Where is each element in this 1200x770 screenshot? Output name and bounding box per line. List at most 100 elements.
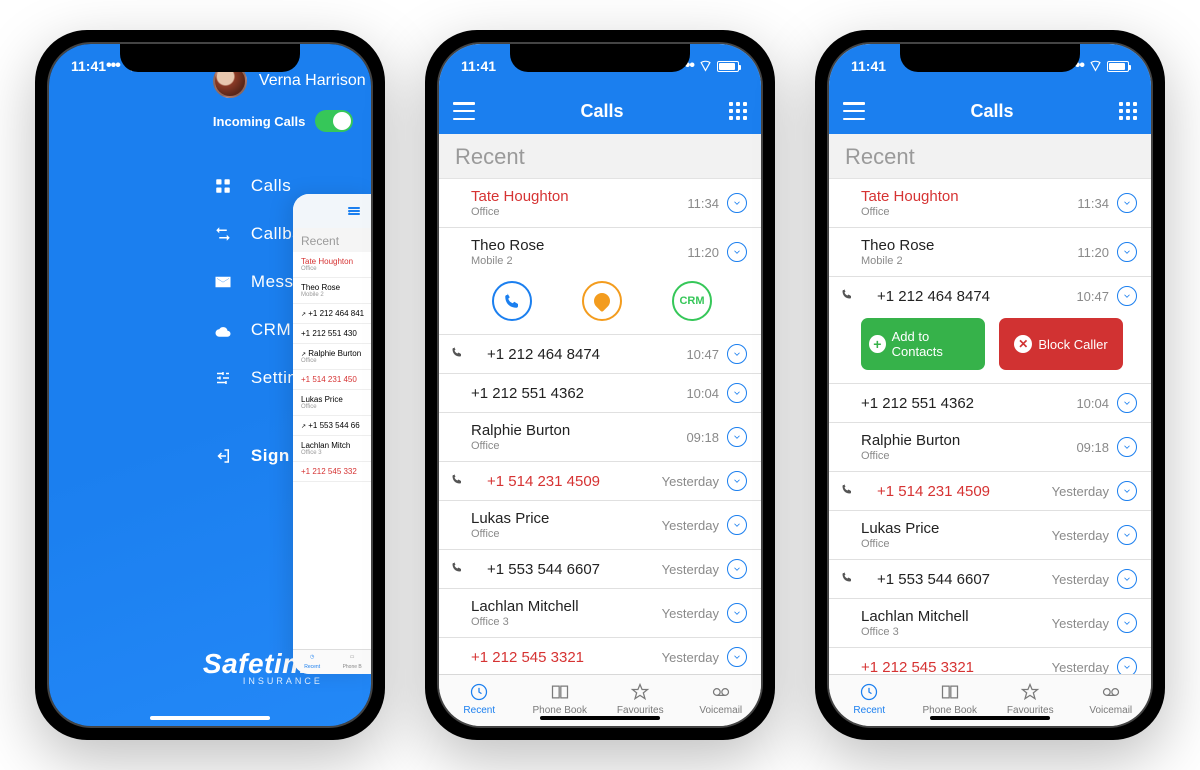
call-list[interactable]: Tate HoughtonOffice11:34Theo RoseMobile … xyxy=(829,179,1151,674)
tab-voicemail[interactable]: Voicemail xyxy=(1071,681,1152,716)
call-time: 10:04 xyxy=(686,386,719,401)
call-time: Yesterday xyxy=(662,474,719,489)
sliders-icon xyxy=(213,368,233,388)
add-to-contacts-button[interactable]: +Add to Contacts xyxy=(861,318,985,370)
tab-favourites[interactable]: Favourites xyxy=(600,681,681,716)
chevron-down-icon[interactable] xyxy=(1117,437,1137,457)
chevron-down-icon[interactable] xyxy=(1117,193,1137,213)
call-row[interactable]: +1 212 545 3321Yesterday xyxy=(829,648,1151,674)
signout-icon xyxy=(213,446,233,466)
preview-call-row: ↗ Ralphie BurtonOffice xyxy=(293,344,373,370)
chevron-down-icon[interactable] xyxy=(1117,657,1137,674)
call-sub: Office xyxy=(471,206,687,218)
call-row[interactable]: Lachlan MitchellOffice 3Yesterday xyxy=(829,599,1151,648)
call-name: +1 212 545 3321 xyxy=(861,659,1052,675)
home-indicator[interactable] xyxy=(150,716,270,720)
call-name: Tate Houghton xyxy=(861,188,1077,205)
call-row[interactable]: Lukas PriceOfficeYesterday xyxy=(439,501,761,550)
chevron-down-icon[interactable] xyxy=(1117,481,1137,501)
chevron-down-icon[interactable] xyxy=(1117,242,1137,262)
call-time: Yesterday xyxy=(1052,660,1109,675)
call-row[interactable]: +1 212 545 3321Yesterday xyxy=(439,638,761,674)
call-row[interactable]: +1 212 464 847410:47 xyxy=(439,335,761,374)
chevron-down-icon[interactable] xyxy=(1117,613,1137,633)
hamburger-icon[interactable] xyxy=(843,102,865,120)
chevron-down-icon[interactable] xyxy=(727,193,747,213)
call-row[interactable]: +1 212 464 847410:47 +Add to Contacts ✕B… xyxy=(829,277,1151,384)
call-name: Theo Rose xyxy=(861,237,1077,254)
call-row[interactable]: Ralphie BurtonOffice09:18 xyxy=(439,413,761,462)
mail-icon xyxy=(213,272,233,292)
call-row[interactable]: +1 212 551 436210:04 xyxy=(439,374,761,413)
call-list[interactable]: Tate HoughtonOffice11:34Theo RoseMobile … xyxy=(439,179,761,674)
chevron-down-icon[interactable] xyxy=(727,383,747,403)
chevron-down-icon[interactable] xyxy=(1117,569,1137,589)
call-row[interactable]: Theo RoseMobile 211:20 xyxy=(829,228,1151,277)
call-row[interactable]: +1 553 544 6607Yesterday xyxy=(829,560,1151,599)
call-action[interactable] xyxy=(492,281,532,321)
preview-tab-recent: ◷Recent xyxy=(304,654,320,670)
tab-favourites[interactable]: Favourites xyxy=(990,681,1071,716)
call-row[interactable]: Lachlan MitchellOffice 3Yesterday xyxy=(439,589,761,638)
star-icon xyxy=(600,681,681,703)
outgoing-icon xyxy=(451,345,467,363)
plus-icon: + xyxy=(869,335,886,353)
chat-action[interactable] xyxy=(582,281,622,321)
call-name: Ralphie Burton xyxy=(471,422,686,439)
chevron-down-icon[interactable] xyxy=(727,344,747,364)
outgoing-icon xyxy=(451,560,467,578)
call-row[interactable]: +1 553 544 6607Yesterday xyxy=(439,550,761,589)
tab-voicemail[interactable]: Voicemail xyxy=(681,681,762,716)
tab-phonebook[interactable]: Phone Book xyxy=(520,681,601,716)
battery-icon xyxy=(1107,61,1129,72)
call-row[interactable]: Lukas PriceOfficeYesterday xyxy=(829,511,1151,560)
block-caller-button[interactable]: ✕Block Caller xyxy=(999,318,1123,370)
battery-icon xyxy=(717,61,739,72)
chevron-down-icon[interactable] xyxy=(727,427,747,447)
chevron-down-icon[interactable] xyxy=(727,559,747,579)
chevron-down-icon[interactable] xyxy=(727,242,747,262)
call-row[interactable]: Tate HoughtonOffice11:34 xyxy=(439,179,761,228)
chevron-down-icon[interactable] xyxy=(727,603,747,623)
clock-icon xyxy=(829,681,910,703)
call-name: +1 212 464 8474 xyxy=(877,288,1076,305)
incoming-toggle[interactable] xyxy=(315,110,353,132)
header-title: Calls xyxy=(970,101,1013,122)
call-time: 11:34 xyxy=(1077,196,1109,211)
dialpad-icon[interactable] xyxy=(729,102,747,120)
preview-section-header: Recent xyxy=(293,228,373,252)
chevron-down-icon[interactable] xyxy=(727,471,747,491)
call-row[interactable]: Tate HoughtonOffice11:34 xyxy=(829,179,1151,228)
preview-call-row: Theo RoseMobile 2 xyxy=(293,278,373,304)
call-name: Lukas Price xyxy=(471,510,662,527)
app-header: Calls xyxy=(829,88,1151,134)
tab-phonebook[interactable]: Phone Book xyxy=(910,681,991,716)
call-row[interactable]: +1 514 231 4509Yesterday xyxy=(829,472,1151,511)
dialpad-icon[interactable] xyxy=(1119,102,1137,120)
chevron-down-icon[interactable] xyxy=(1117,525,1137,545)
home-indicator[interactable] xyxy=(540,716,660,720)
hamburger-icon[interactable] xyxy=(453,102,475,120)
tab-recent[interactable]: Recent xyxy=(829,681,910,716)
chevron-down-icon[interactable] xyxy=(1117,393,1137,413)
call-row[interactable]: +1 212 551 436210:04 xyxy=(829,384,1151,423)
crm-action[interactable]: CRM xyxy=(672,281,712,321)
voicemail-icon xyxy=(1071,681,1152,703)
x-icon: ✕ xyxy=(1014,335,1032,353)
call-row[interactable]: Ralphie BurtonOffice09:18 xyxy=(829,423,1151,472)
chevron-down-icon[interactable] xyxy=(1117,286,1137,306)
call-row[interactable]: Theo RoseMobile 211:20 CRM xyxy=(439,228,761,335)
call-row[interactable]: +1 514 231 4509Yesterday xyxy=(439,462,761,501)
status-time: 11:41 xyxy=(71,58,106,74)
home-indicator[interactable] xyxy=(930,716,1050,720)
call-time: 10:04 xyxy=(1076,396,1109,411)
star-icon xyxy=(990,681,1071,703)
section-header: Recent xyxy=(829,134,1151,179)
call-name: +1 553 544 6607 xyxy=(487,561,662,578)
peek-calls-screen[interactable]: Recent Tate HoughtonOfficeTheo RoseMobil… xyxy=(293,194,373,674)
call-time: Yesterday xyxy=(662,562,719,577)
tab-recent[interactable]: Recent xyxy=(439,681,520,716)
chevron-down-icon[interactable] xyxy=(727,515,747,535)
voicemail-icon xyxy=(681,681,762,703)
chevron-down-icon[interactable] xyxy=(727,647,747,667)
